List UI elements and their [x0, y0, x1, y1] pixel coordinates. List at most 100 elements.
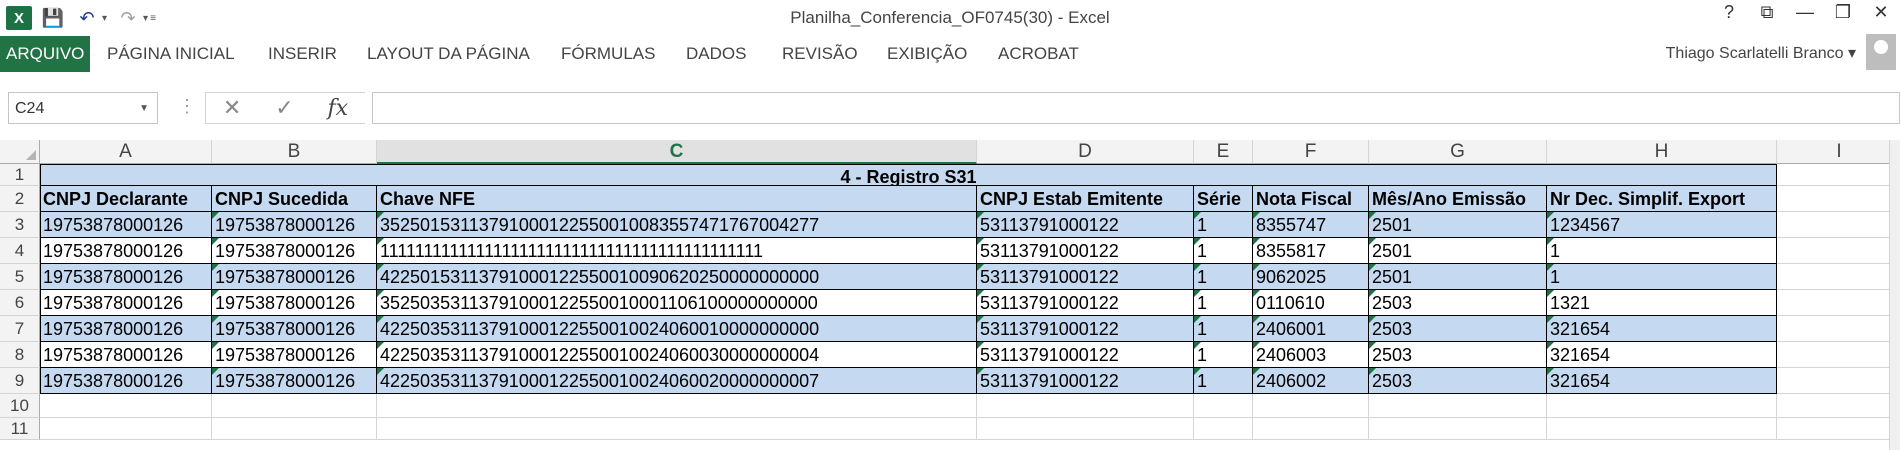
table-cell[interactable]: 19753878000126: [212, 212, 377, 238]
table-cell[interactable]: 4225015311379100012255001009062025000000…: [377, 264, 977, 290]
table-cell[interactable]: 321654: [1547, 316, 1777, 342]
table-cell[interactable]: 19753878000126: [40, 368, 212, 394]
close-button[interactable]: ✕: [1862, 2, 1900, 23]
table-cell[interactable]: 1: [1194, 316, 1253, 342]
table-cell[interactable]: 2501: [1369, 264, 1547, 290]
minimize-button[interactable]: —: [1786, 2, 1824, 23]
table-cell[interactable]: 53113791000122: [977, 316, 1194, 342]
table-cell[interactable]: 19753878000126: [40, 212, 212, 238]
row-header-3[interactable]: 3: [0, 212, 40, 238]
tab-pagina-inicial[interactable]: PÁGINA INICIAL: [107, 36, 235, 72]
vertical-scrollbar[interactable]: [1889, 140, 1900, 450]
table-cell[interactable]: 53113791000122: [977, 290, 1194, 316]
table-cell[interactable]: [40, 394, 212, 418]
table-cell[interactable]: 4225035311379100012255001002406001000000…: [377, 316, 977, 342]
row-header-11[interactable]: 11: [0, 418, 40, 440]
row-header-4[interactable]: 4: [0, 238, 40, 264]
table-cell[interactable]: 2406001: [1253, 316, 1369, 342]
column-label-cell[interactable]: Série: [1194, 186, 1253, 212]
column-label-cell[interactable]: CNPJ Estab Emitente: [977, 186, 1194, 212]
row-header-9[interactable]: 9: [0, 368, 40, 394]
table-cell[interactable]: 1: [1194, 212, 1253, 238]
tab-arquivo[interactable]: ARQUIVO: [0, 36, 91, 72]
table-cell[interactable]: [1194, 418, 1253, 440]
row-header-2[interactable]: 2: [0, 186, 40, 212]
table-cell[interactable]: [40, 418, 212, 440]
table-cell[interactable]: 2501: [1369, 212, 1547, 238]
column-header-e[interactable]: E: [1194, 140, 1253, 164]
tab-acrobat[interactable]: ACROBAT: [998, 36, 1079, 72]
column-header-b[interactable]: B: [212, 140, 377, 164]
table-cell[interactable]: 19753878000126: [40, 316, 212, 342]
table-cell[interactable]: [1369, 394, 1547, 418]
table-cell[interactable]: 19753878000126: [40, 238, 212, 264]
column-label-cell[interactable]: Chave NFE: [377, 186, 977, 212]
table-cell[interactable]: 19753878000126: [40, 290, 212, 316]
table-cell[interactable]: 19753878000126: [212, 342, 377, 368]
table-cell[interactable]: 19753878000126: [40, 264, 212, 290]
column-header-i[interactable]: I: [1777, 140, 1900, 164]
tab-layout-da-pagina[interactable]: LAYOUT DA PÁGINA: [367, 36, 530, 72]
tab-revisao[interactable]: REVISÃO: [782, 36, 858, 72]
table-cell[interactable]: [977, 394, 1194, 418]
select-all-button[interactable]: [0, 140, 40, 164]
table-cell[interactable]: 1111111111111111111111111111111111111111…: [377, 238, 977, 264]
table-cell[interactable]: 2406002: [1253, 368, 1369, 394]
chevron-down-icon[interactable]: ▼: [139, 93, 149, 125]
column-header-g[interactable]: G: [1369, 140, 1547, 164]
tab-dados[interactable]: DADOS: [686, 36, 746, 72]
table-cell[interactable]: [212, 418, 377, 440]
table-cell[interactable]: 4225035311379100012255001002406003000000…: [377, 342, 977, 368]
table-cell[interactable]: 2406003: [1253, 342, 1369, 368]
table-cell[interactable]: 1321: [1547, 290, 1777, 316]
table-cell[interactable]: 53113791000122: [977, 212, 1194, 238]
table-cell[interactable]: 9062025: [1253, 264, 1369, 290]
insert-function-icon[interactable]: fx: [327, 96, 348, 121]
table-cell[interactable]: 19753878000126: [212, 264, 377, 290]
formula-input[interactable]: [372, 92, 1900, 124]
table-cell[interactable]: 1: [1194, 368, 1253, 394]
column-header-f[interactable]: F: [1253, 140, 1369, 164]
table-cell[interactable]: 2503: [1369, 290, 1547, 316]
enter-icon[interactable]: ✓: [275, 95, 293, 121]
table-cell[interactable]: [1253, 394, 1369, 418]
table-cell[interactable]: [377, 394, 977, 418]
column-label-cell[interactable]: CNPJ Sucedida: [212, 186, 377, 212]
help-button[interactable]: ?: [1710, 2, 1748, 23]
row-header-8[interactable]: 8: [0, 342, 40, 368]
table-cell[interactable]: [1369, 418, 1547, 440]
table-cell[interactable]: 19753878000126: [212, 238, 377, 264]
tab-inserir[interactable]: INSERIR: [268, 36, 337, 72]
more-options-icon[interactable]: ⋮: [178, 96, 196, 117]
table-cell[interactable]: 8355747: [1253, 212, 1369, 238]
user-account[interactable]: Thiago Scarlatelli Branco ▾: [1666, 36, 1856, 72]
table-cell[interactable]: 1: [1194, 342, 1253, 368]
table-cell[interactable]: 2501: [1369, 238, 1547, 264]
table-cell[interactable]: [1194, 394, 1253, 418]
table-cell[interactable]: [1777, 342, 1900, 368]
name-box[interactable]: C24 ▼: [8, 92, 158, 124]
table-cell[interactable]: 1: [1194, 290, 1253, 316]
table-cell[interactable]: 0110610: [1253, 290, 1369, 316]
table-cell[interactable]: 53113791000122: [977, 238, 1194, 264]
tab-exibicao[interactable]: EXIBIÇÃO: [887, 36, 967, 72]
sheet-title-cell[interactable]: 4 - Registro S31: [40, 164, 1777, 187]
table-cell[interactable]: 3525015311379100012255001008355747176700…: [377, 212, 977, 238]
column-header-c[interactable]: C: [377, 140, 977, 164]
restore-button[interactable]: ❐: [1824, 2, 1862, 23]
row-header-10[interactable]: 10: [0, 394, 40, 418]
table-cell[interactable]: 19753878000126: [212, 290, 377, 316]
table-cell[interactable]: [1777, 394, 1900, 418]
table-cell[interactable]: 1: [1194, 264, 1253, 290]
table-cell[interactable]: [1777, 186, 1900, 212]
table-cell[interactable]: [1253, 418, 1369, 440]
table-cell[interactable]: [1777, 164, 1900, 186]
row-header-1[interactable]: 1: [0, 164, 40, 186]
table-cell[interactable]: 53113791000122: [977, 368, 1194, 394]
table-cell[interactable]: [1547, 418, 1777, 440]
column-label-cell[interactable]: Nr Dec. Simplif. Export: [1547, 186, 1777, 212]
table-cell[interactable]: 2503: [1369, 316, 1547, 342]
table-cell[interactable]: 4225035311379100012255001002406002000000…: [377, 368, 977, 394]
table-cell[interactable]: [977, 418, 1194, 440]
table-cell[interactable]: 19753878000126: [212, 316, 377, 342]
